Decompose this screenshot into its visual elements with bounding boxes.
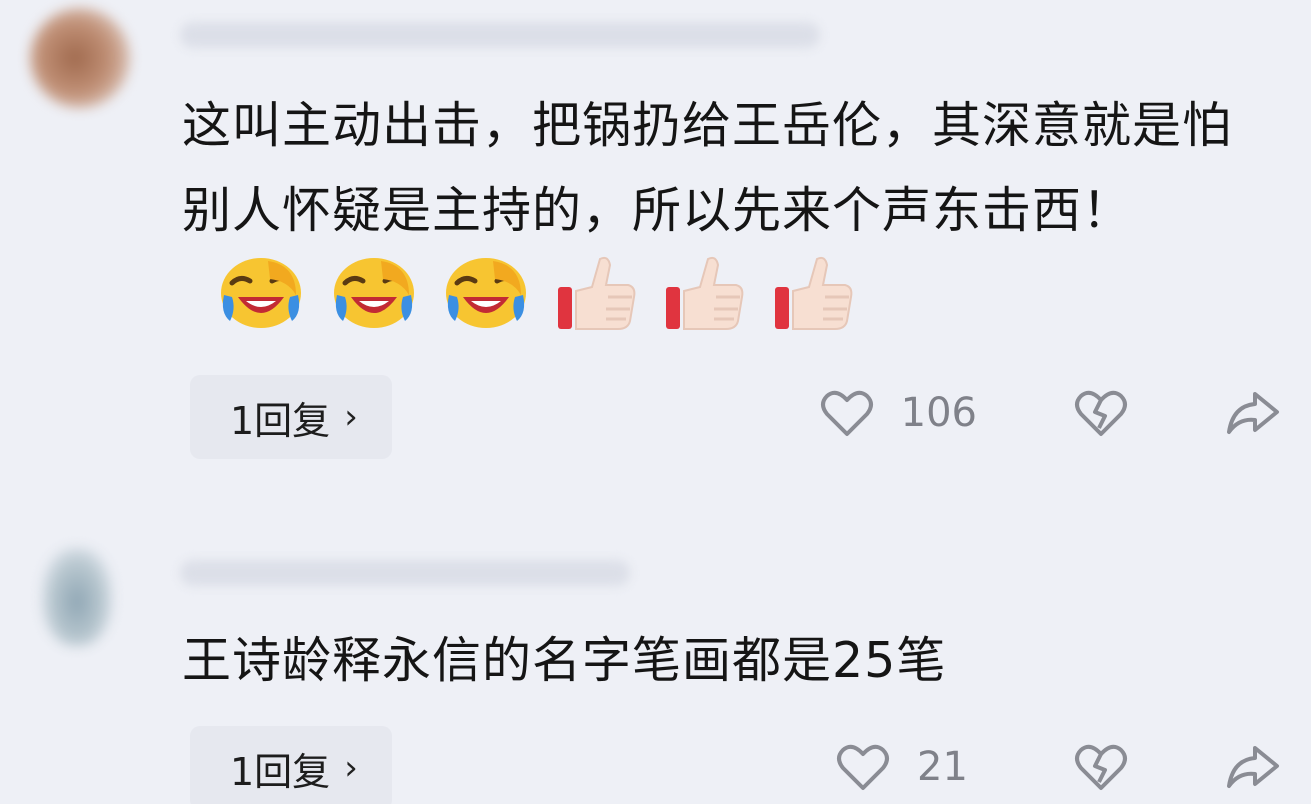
chevron-right-icon: ›	[344, 397, 358, 437]
reply-label: 1回复	[230, 749, 331, 794]
chevron-right-icon: ›	[344, 748, 358, 788]
like-count: 21	[917, 744, 968, 790]
comment-body: 王诗龄释永信的名字笔画都是25笔	[182, 618, 1262, 703]
face-with-tears-of-joy-icon	[218, 255, 304, 357]
comment-body: 这叫主动出击，把锅扔给王岳伦，其深意就是怕别人怀疑是主持的，所以先来个声东击西！	[182, 83, 1262, 359]
face-with-tears-of-joy-icon	[443, 255, 529, 357]
thumbs-up-icon	[773, 253, 855, 359]
comment-text: 这叫主动出击，把锅扔给王岳伦，其深意就是怕别人怀疑是主持的，所以先来个声东击西！	[182, 97, 1233, 239]
thumbs-up-icon	[664, 253, 746, 359]
broken-heart-icon[interactable]	[1073, 388, 1129, 438]
share-arrow-icon[interactable]	[1225, 742, 1281, 792]
heart-outline-icon[interactable]	[819, 388, 875, 438]
heart-outline-icon[interactable]	[835, 742, 891, 792]
comment-list: 这叫主动出击，把锅扔给王岳伦，其深意就是怕别人怀疑是主持的，所以先来个声东击西！	[0, 0, 1311, 804]
thumbs-up-icon	[556, 253, 638, 359]
emoji-group	[218, 253, 865, 359]
username-blurred[interactable]	[180, 22, 820, 48]
comment-actions: 106	[819, 388, 1281, 438]
comment-actions: 21	[835, 742, 1281, 792]
reply-count-button[interactable]: 1回复 ›	[190, 726, 392, 804]
comment-text: 王诗龄释永信的名字笔画都是25笔	[182, 632, 947, 689]
username-blurred[interactable]	[180, 560, 630, 586]
avatar[interactable]	[30, 8, 130, 108]
reply-label: 1回复	[230, 398, 331, 443]
face-with-tears-of-joy-icon	[331, 255, 417, 357]
avatar[interactable]	[42, 548, 112, 646]
share-arrow-icon[interactable]	[1225, 388, 1281, 438]
reply-count-button[interactable]: 1回复 ›	[190, 375, 392, 459]
broken-heart-icon[interactable]	[1073, 742, 1129, 792]
like-count: 106	[900, 390, 977, 436]
